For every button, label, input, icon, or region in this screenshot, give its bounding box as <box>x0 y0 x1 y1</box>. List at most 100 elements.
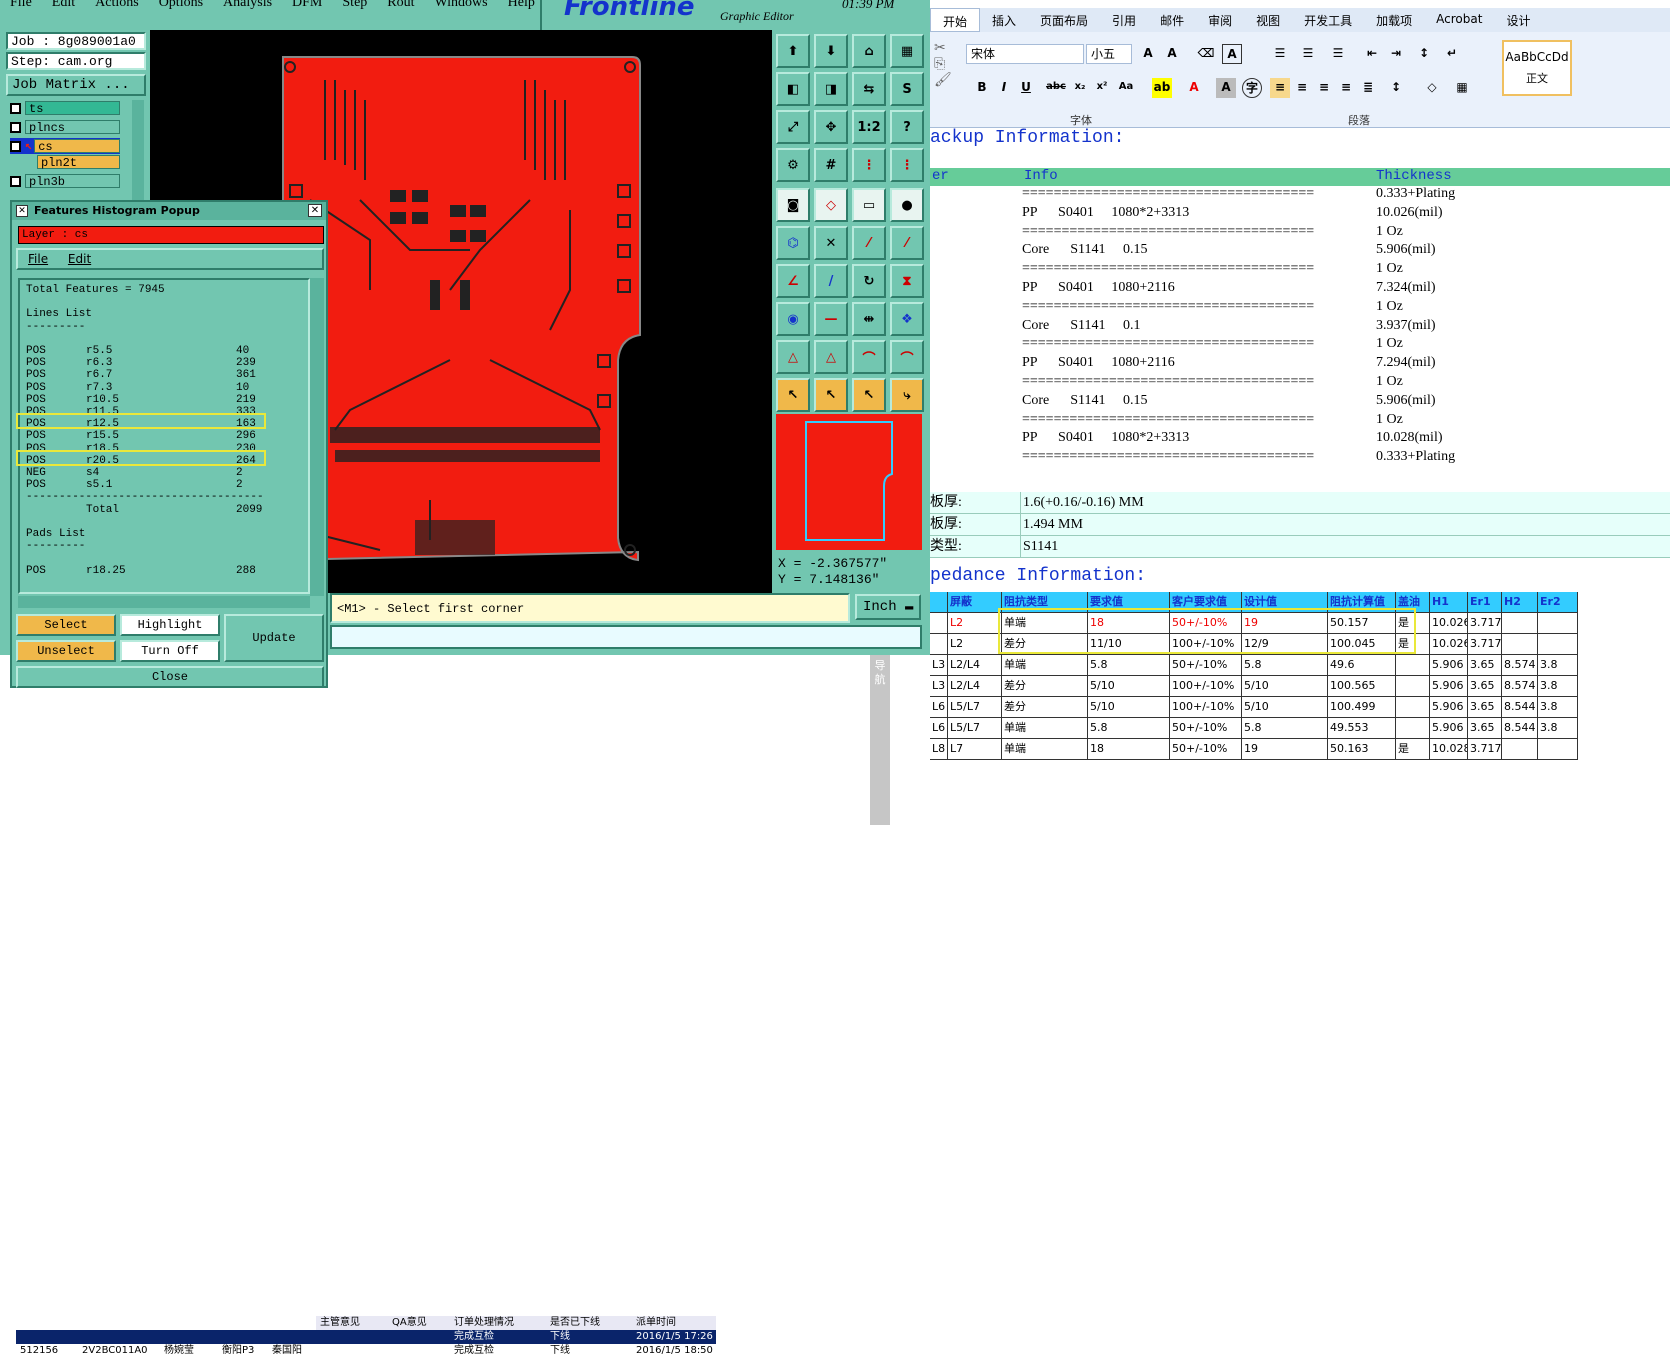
navigation-tab[interactable]: 导航 <box>870 655 890 825</box>
dot-tool-icon[interactable]: ● <box>890 188 924 222</box>
font-name-select[interactable]: 宋体 <box>966 44 1084 64</box>
highlight-button[interactable]: Highlight <box>120 614 220 636</box>
job-matrix-button[interactable]: Job Matrix ... <box>6 74 146 96</box>
change-case-icon[interactable]: Aa <box>1116 78 1136 98</box>
tool-icon[interactable]: ◨ <box>814 72 848 106</box>
menu-rout[interactable]: Rout <box>377 0 424 11</box>
close-icon[interactable]: ✕ <box>308 204 322 217</box>
col-header[interactable]: 主管意见 <box>316 1316 388 1330</box>
char-shading-icon[interactable]: A <box>1216 78 1236 98</box>
layer-checkbox[interactable] <box>10 140 21 152</box>
help-icon[interactable]: ? <box>890 110 924 144</box>
font-size-select[interactable]: 小五 <box>1086 44 1132 64</box>
list-item[interactable]: POS r5.5 40 <box>26 345 302 357</box>
layer-row-active[interactable]: ↖ cs <box>10 138 120 154</box>
menu-windows[interactable]: Windows <box>425 0 498 11</box>
shrink-font-icon[interactable]: A <box>1162 44 1182 64</box>
tool-icon[interactable]: ⬆ <box>776 34 810 68</box>
style-normal[interactable]: AaBbCcDd 正文 <box>1502 40 1572 96</box>
list-item[interactable]: POS r15.5 296 <box>26 430 302 442</box>
multilevel-icon[interactable]: ☰ <box>1328 44 1348 64</box>
select-button[interactable]: Select <box>16 614 116 636</box>
numbering-icon[interactable]: ☰ <box>1298 44 1318 64</box>
tab-addins[interactable]: 加载项 <box>1364 8 1424 32</box>
zoom-fit-icon[interactable]: ⤢ <box>776 110 810 144</box>
cross-tool-icon[interactable]: ✕ <box>814 226 848 260</box>
layer-checkbox[interactable] <box>10 121 21 133</box>
command-line[interactable] <box>330 625 922 649</box>
enclose-char-icon[interactable]: 字 <box>1242 78 1262 98</box>
tab-insert[interactable]: 插入 <box>980 8 1028 32</box>
measure-icon[interactable]: ⇹ <box>852 302 886 336</box>
vertical-scrollbar[interactable] <box>310 278 324 596</box>
sort-icon[interactable]: ↕ <box>1414 44 1434 64</box>
col-header[interactable]: 派单时间 <box>632 1316 716 1330</box>
grow-font-icon[interactable]: A <box>1138 44 1158 64</box>
triangle-icon[interactable]: △ <box>814 340 848 374</box>
unselect-button[interactable]: Unselect <box>16 640 116 662</box>
tool-icon[interactable]: ⇆ <box>852 72 886 106</box>
list-item[interactable]: NEG s4 2 <box>26 467 302 479</box>
menu-edit[interactable]: Edit <box>42 0 85 11</box>
align-right-icon[interactable]: ≡ <box>1314 78 1334 98</box>
slash-tool-icon[interactable]: / <box>814 264 848 298</box>
highlight-icon[interactable]: ab <box>1152 78 1172 98</box>
popup-titlebar[interactable]: ✕ Features Histogram Popup ✕ <box>12 202 326 220</box>
grid-icon[interactable]: ▦ <box>890 34 924 68</box>
list-item[interactable]: POS r6.3 239 <box>26 357 302 369</box>
decrease-indent-icon[interactable]: ⇤ <box>1362 44 1382 64</box>
clear-format-icon[interactable]: ⌫ <box>1196 44 1216 64</box>
unit-select[interactable]: Inch ▬ <box>855 594 921 620</box>
turn-off-button[interactable]: Turn Off <box>120 640 220 662</box>
table-row[interactable]: 512156 2V2BC011A0 杨婉莹 衡阳P3 秦国阳 完成互检 下线 2… <box>16 1344 716 1358</box>
select-arrow-icon[interactable]: ↖ <box>852 378 886 412</box>
pan-icon[interactable]: ✥ <box>814 110 848 144</box>
list-item[interactable]: POS s5.1 2 <box>26 479 302 491</box>
char-border-icon[interactable]: A <box>1222 44 1242 64</box>
subscript-icon[interactable]: x₂ <box>1070 78 1090 98</box>
tool-icon[interactable]: ◉ <box>776 302 810 336</box>
horizontal-scrollbar[interactable] <box>18 596 310 608</box>
line-tool-icon[interactable]: ⁄ <box>890 226 924 260</box>
show-marks-icon[interactable]: ↵ <box>1442 44 1462 64</box>
tab-layout[interactable]: 页面布局 <box>1028 8 1100 32</box>
group-icon[interactable]: ❖ <box>890 302 924 336</box>
layer-row[interactable]: pln3b <box>10 173 120 189</box>
rotate-icon[interactable]: ↻ <box>852 264 886 298</box>
menu-edit[interactable]: Edit <box>68 252 91 266</box>
tab-developer[interactable]: 开发工具 <box>1292 8 1364 32</box>
col-header[interactable]: QA意见 <box>388 1316 450 1330</box>
angle-tool-icon[interactable]: ∠ <box>776 264 810 298</box>
tab-mailings[interactable]: 邮件 <box>1148 8 1196 32</box>
overview-map[interactable] <box>776 414 922 550</box>
select-arrow-icon[interactable]: ↖ <box>814 378 848 412</box>
menu-file[interactable]: File <box>0 0 42 11</box>
tab-design[interactable]: 设计 <box>1494 8 1542 32</box>
tab-references[interactable]: 引用 <box>1100 8 1148 32</box>
layer-tool-icon[interactable]: ⋮ <box>890 148 924 182</box>
menu-file[interactable]: File <box>28 252 48 266</box>
align-left-icon[interactable]: ≡ <box>1270 78 1290 98</box>
layer-row[interactable]: pln2t <box>37 154 120 170</box>
justify-icon[interactable]: ≡ <box>1336 78 1356 98</box>
menu-dfm[interactable]: DFM <box>282 0 332 11</box>
snap-grid-icon[interactable]: # <box>814 148 848 182</box>
tab-acrobat[interactable]: Acrobat <box>1424 8 1494 32</box>
tool-icon[interactable]: ◧ <box>776 72 810 106</box>
line-h-icon[interactable]: — <box>814 302 848 336</box>
bullets-icon[interactable]: ☰ <box>1270 44 1290 64</box>
line-tool-icon[interactable]: ⁄ <box>852 226 886 260</box>
underline-icon[interactable]: U <box>1016 78 1036 98</box>
layer-tool-icon[interactable]: ⋮ <box>852 148 886 182</box>
increase-indent-icon[interactable]: ⇥ <box>1386 44 1406 64</box>
feature-list[interactable]: Total Features = 7945 Lines List --------… <box>18 278 310 594</box>
select-arrow-icon[interactable]: ↖ <box>776 378 810 412</box>
menu-help[interactable]: Help <box>498 0 545 11</box>
tool-icon[interactable]: ⬇ <box>814 34 848 68</box>
ruler-icon[interactable]: ▭ <box>852 188 886 222</box>
mirror-icon[interactable]: ⧗ <box>890 264 924 298</box>
borders-icon[interactable]: ▦ <box>1452 78 1472 98</box>
layer-checkbox[interactable] <box>10 102 21 114</box>
menu-step[interactable]: Step <box>332 0 377 11</box>
menu-options[interactable]: Options <box>149 0 213 11</box>
